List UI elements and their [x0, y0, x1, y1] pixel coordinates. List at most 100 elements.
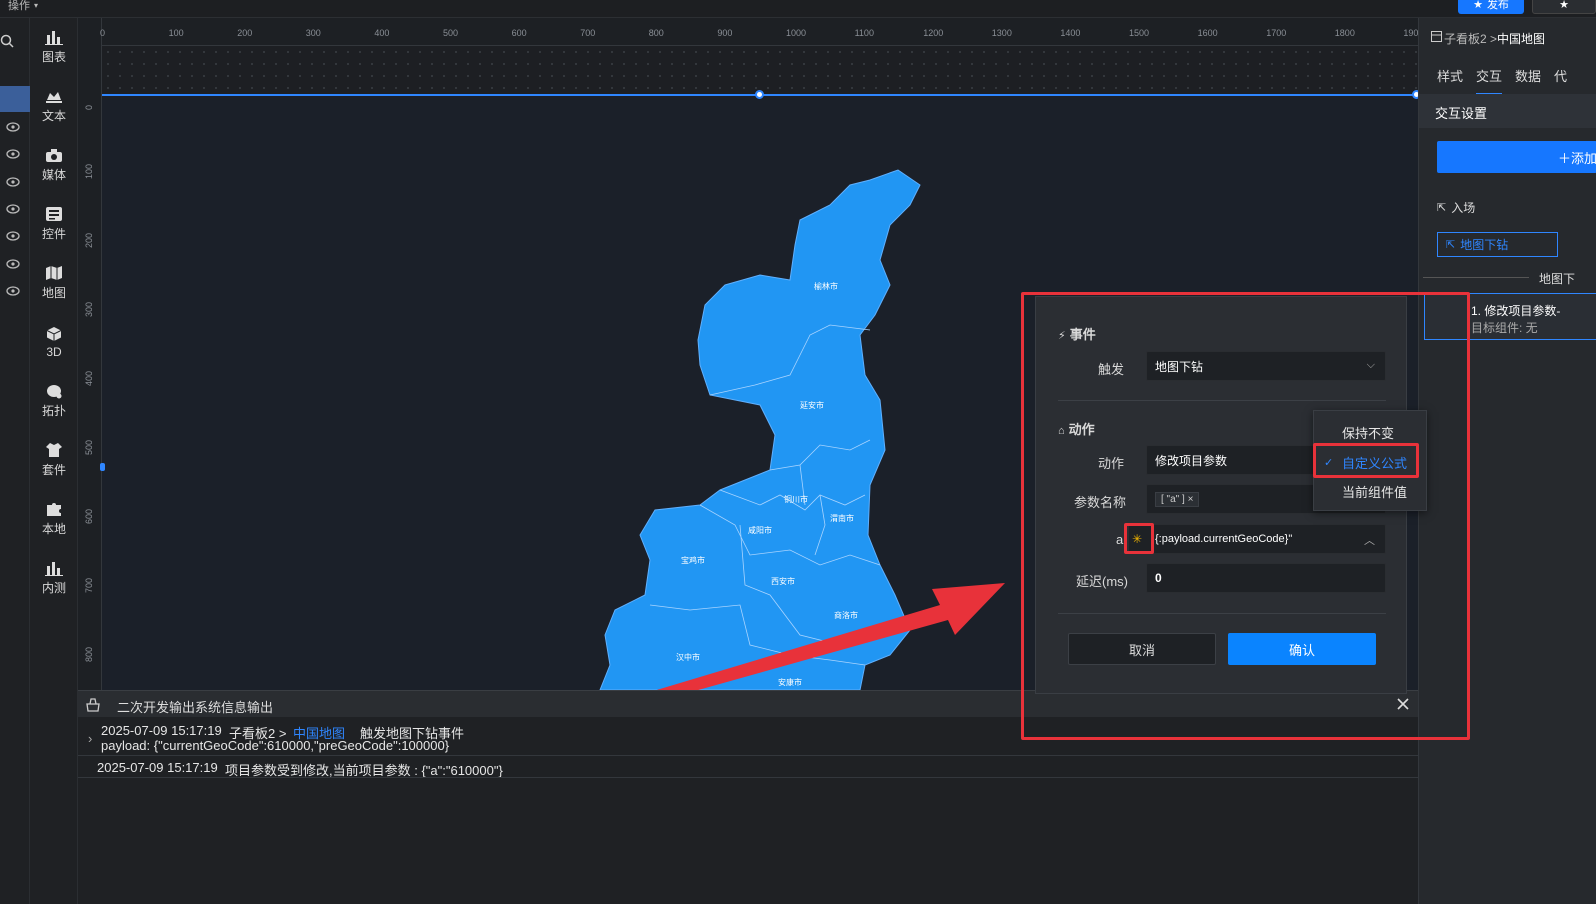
city-label: 咸阳市	[748, 525, 772, 535]
rail-item-label: 图表	[41, 50, 66, 64]
eye-icon[interactable]	[6, 149, 20, 159]
star-icon: ★	[1473, 0, 1483, 11]
ruler-tick-label: 200	[237, 28, 253, 38]
ruler-tick-label: 600	[511, 28, 527, 38]
top-bar	[0, 0, 1596, 18]
rail-item-media[interactable]: 媒体	[30, 140, 78, 190]
ruler-tick-label: 800	[648, 28, 664, 38]
pointer-icon: ⇱	[1446, 239, 1456, 251]
rail-item-controls[interactable]: 控件	[30, 199, 78, 249]
top-menu[interactable]: 操作 ▾	[0, 0, 52, 14]
layer-selected[interactable]	[0, 86, 30, 112]
cube-icon	[46, 326, 62, 341]
ruler-tick-label: 500	[443, 28, 459, 38]
ruler-tick-label: 0	[84, 104, 94, 110]
bar-chart-icon	[45, 31, 63, 45]
ruler-tick-label: 1400	[1060, 28, 1081, 38]
breadcrumb-prefix[interactable]: 子看板2 >	[1444, 30, 1497, 47]
eye-icon[interactable]	[6, 259, 20, 269]
divider	[78, 777, 1418, 778]
chevron-right-icon[interactable]: ›	[88, 731, 92, 746]
rail-item-topology[interactable]: 拓扑	[30, 376, 78, 426]
rail-item-local[interactable]: 本地	[30, 494, 78, 544]
resize-handle[interactable]	[755, 90, 764, 99]
tab-dev-output[interactable]: 二次开发输出	[117, 697, 195, 716]
eye-icon[interactable]	[6, 204, 20, 214]
rail-item-label: 套件	[41, 463, 66, 477]
console: › 2025-07-09 15:17:19 子看板2 > 中国地图 触发地图下钻…	[78, 717, 1418, 904]
rail-item-label: 文本	[41, 109, 66, 123]
divider	[1423, 277, 1529, 278]
camera-icon	[46, 149, 62, 162]
ruler-tick-label: 1300	[991, 28, 1012, 38]
clear-icon[interactable]	[85, 697, 101, 712]
ruler-tick-label: 0	[100, 28, 106, 38]
rail-item-text[interactable]: 文本	[30, 81, 78, 131]
rail-item-label: 媒体	[41, 168, 66, 182]
chevron-down-icon: ▾	[34, 0, 39, 10]
rail-item-chart[interactable]: 图表	[30, 22, 78, 72]
component-rail: 图表 文本 媒体 控件 地图 3D 拓扑 套件 本地 内测	[30, 18, 78, 904]
topology-icon	[47, 385, 62, 399]
log-time: 2025-07-09 15:17:19	[97, 760, 218, 775]
tab-code[interactable]: 代	[1554, 66, 1567, 85]
tab-interaction[interactable]: 交互	[1476, 66, 1503, 95]
eye-icon[interactable]	[6, 177, 20, 187]
ruler-tick-label: 200	[84, 232, 94, 248]
highlight-box	[1124, 523, 1154, 554]
ruler-tick-label: 1500	[1129, 28, 1150, 38]
event-item-enter[interactable]: ⇱ 入场	[1437, 196, 1475, 218]
puzzle-icon	[47, 503, 61, 516]
resize-handle[interactable]	[100, 463, 105, 471]
text-icon	[46, 92, 62, 103]
city-label: 榆林市	[814, 281, 838, 291]
eye-icon[interactable]	[6, 286, 20, 296]
ruler-tick-label: 900	[717, 28, 733, 38]
rail-item-label: 拓扑	[41, 404, 66, 418]
city-label: 渭南市	[830, 513, 854, 523]
rail-item-label: 内测	[41, 581, 66, 595]
search-icon[interactable]	[0, 34, 14, 48]
city-label: 延安市	[800, 400, 824, 410]
rail-item-map[interactable]: 地图	[30, 258, 78, 308]
map-icon	[46, 266, 62, 280]
ruler-tick-label: 700	[84, 577, 94, 593]
shirt-icon	[46, 443, 62, 457]
eye-icon[interactable]	[6, 122, 20, 132]
layer-rail	[0, 18, 30, 904]
ruler-tick-label: 1200	[923, 28, 944, 38]
breadcrumb-current: 中国地图	[1497, 32, 1546, 46]
highlight-box	[1021, 292, 1470, 740]
publish-button[interactable]: ★ 发布	[1458, 0, 1524, 14]
rail-item-suite[interactable]: 套件	[30, 435, 78, 485]
tab-style[interactable]: 样式	[1437, 66, 1463, 85]
ruler-tick-label: 1000	[786, 28, 807, 38]
more-top-button[interactable]: ★	[1532, 0, 1596, 14]
rail-item-3d[interactable]: 3D	[30, 317, 78, 367]
ruler-tick-label: 300	[84, 301, 94, 317]
event-item-drilldown[interactable]: ⇱ 地图下钻	[1437, 232, 1558, 257]
action-title: 1. 修改项目参数-	[1471, 304, 1561, 318]
tab-data[interactable]: 数据	[1515, 66, 1541, 85]
rail-item-label: 地图	[41, 286, 66, 300]
ruler-tick-label: 1800	[1334, 28, 1355, 38]
add-interaction-button[interactable]: ＋添加	[1437, 141, 1596, 173]
ruler-tick-label: 400	[84, 370, 94, 386]
ruler-tick-label: 1100	[854, 28, 874, 38]
ruler-tick-label: 800	[84, 646, 94, 662]
ruler-tick-label: 600	[84, 508, 94, 524]
rail-item-beta[interactable]: 内测	[30, 553, 78, 603]
action-target: 目标组件: 无	[1471, 321, 1538, 335]
section-header: 交互设置	[1419, 94, 1596, 128]
ruler-top	[100, 18, 1418, 46]
rail-item-label: 3D	[46, 344, 62, 359]
ruler-tick-label: 300	[305, 28, 321, 38]
city-label: 宝鸡市	[681, 555, 705, 565]
ruler-tick-label: 400	[374, 28, 390, 38]
group-label: 地图下	[1539, 272, 1576, 286]
eye-icon[interactable]	[6, 231, 20, 241]
log-time: 2025-07-09 15:17:19	[101, 723, 222, 738]
ruler-tick-label: 100	[168, 28, 184, 38]
rail-item-label: 控件	[41, 227, 66, 241]
ruler-tick-label: 700	[580, 28, 596, 38]
